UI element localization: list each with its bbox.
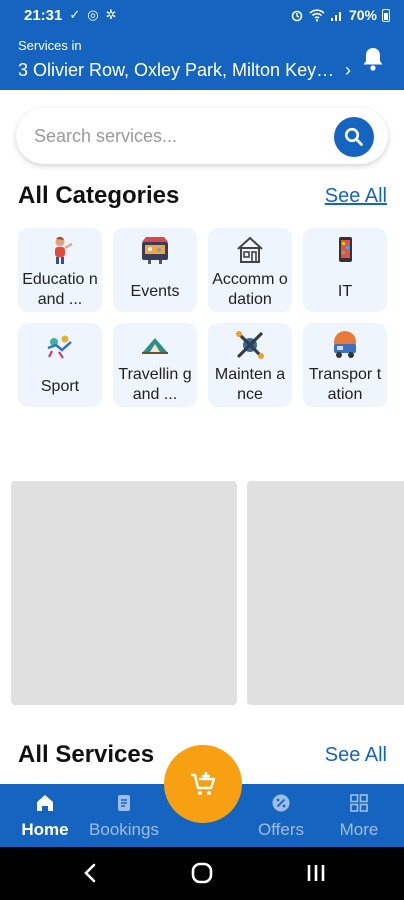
nav-home[interactable]: Home [5,784,85,847]
search-button[interactable] [334,117,374,157]
battery-percent: 70% [348,7,377,23]
category-label: Mainten ance [214,366,286,403]
recents-icon[interactable] [304,861,328,885]
check-icon: ✓ [69,7,81,22]
bookings-icon [118,795,130,811]
services-see-all-link[interactable]: See All [325,744,387,767]
category-education[interactable]: Educatio n and ... [18,228,102,312]
battery-icon [382,8,390,22]
sport-icon [47,335,72,359]
category-label: Accomm odation [212,271,288,308]
categories-title: All Categories [18,182,180,209]
banner-placeholder[interactable] [247,481,404,705]
location-icon: ◎ [87,7,99,22]
system-nav-bar [0,847,404,900]
search-bar[interactable] [16,108,388,164]
offers-icon [272,794,290,812]
it-icon [339,237,352,262]
category-travelling[interactable]: Travellin g and ... [113,323,197,407]
cart-add-icon [191,772,216,795]
grid-icon [350,794,368,812]
cart-fab-button[interactable] [164,745,242,823]
search-icon [344,127,363,146]
wifi-icon [309,9,325,22]
nav-label: Home [21,820,69,839]
nav-label: Bookings [89,820,159,839]
transportation-icon [334,331,356,358]
nav-more[interactable]: More [319,784,399,847]
category-label: Sport [40,378,80,395]
bell-icon[interactable] [362,46,384,72]
search-input[interactable] [34,122,324,150]
education-icon [55,236,73,264]
category-accommodation[interactable]: Accomm odation [208,228,292,312]
back-icon[interactable] [79,861,103,885]
status-time: 21:31 [24,6,63,24]
category-maintenance[interactable]: Mainten ance [208,323,292,407]
chevron-right-icon[interactable]: › [345,60,351,81]
home-system-icon[interactable] [190,861,214,885]
accommodation-icon [237,236,263,263]
settings-icon: ✲ [105,7,117,22]
category-grid: Educatio n and ... Events Accomm odation… [18,228,388,407]
category-events[interactable]: Events [113,228,197,312]
location-address[interactable]: 3 Olivier Row, Oxley Park, Milton Keyn..… [18,60,338,81]
alarm-icon [291,10,303,22]
travelling-icon [142,338,168,354]
maintenance-icon [236,331,264,359]
category-label: Travellin g and ... [118,366,192,403]
category-transportation[interactable]: Transpor tation [303,323,387,407]
signal-icon [330,12,341,21]
home-icon [37,795,53,811]
services-title: All Services [18,741,155,768]
location-header[interactable]: Services in 3 Olivier Row, Oxley Park, M… [0,30,404,90]
banner-placeholder[interactable] [11,481,237,705]
category-label: Events [130,283,180,300]
category-label: Transpor tation [308,366,382,403]
category-sport[interactable]: Sport [18,323,102,407]
nav-label: Offers [258,820,304,839]
category-label: Educatio n and ... [22,271,98,308]
events-icon [142,237,168,264]
nav-label: More [339,820,379,839]
services-in-label: Services in [18,38,82,53]
categories-see-all-link[interactable]: See All [325,185,387,208]
nav-bookings[interactable]: Bookings [84,784,164,847]
category-label: IT [337,283,353,300]
status-bar: 21:31 ✓ ◎ ✲ 70% [0,0,404,30]
nav-offers[interactable]: Offers [241,784,321,847]
category-it[interactable]: IT [303,228,387,312]
